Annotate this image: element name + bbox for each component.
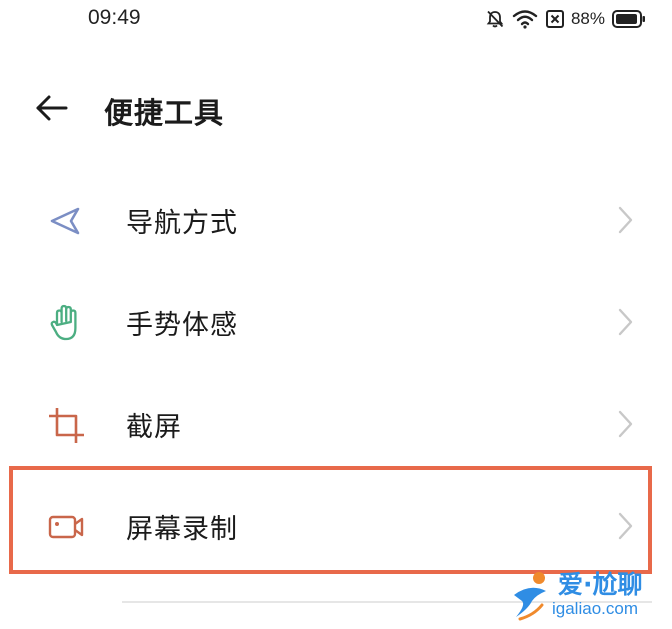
battery-percent: 88% [570,9,605,28]
battery-icon [612,10,645,28]
chevron-right-icon [618,206,633,234]
menu-item-screenshot[interactable]: 截屏 [0,373,672,475]
chevron-right-icon [618,410,633,438]
wifi-icon [512,10,538,29]
menu-item-label: 导航方式 [126,208,238,239]
back-arrow-icon[interactable] [34,92,70,124]
watermark-url: igaliao.com [552,599,638,618]
hand-gesture-icon [50,304,77,341]
menu-item-label: 手势体感 [126,310,238,341]
status-bar: 09:49 88% [0,0,672,40]
watermark-logo-icon [514,572,546,621]
page-title: 便捷工具 [104,96,225,130]
watermark-brand: 爱·尬聊 [558,570,643,599]
crop-icon [49,408,84,443]
status-icons: 88% [485,6,646,32]
status-time: 09:49 [88,6,141,29]
navigation-arrow-icon [50,207,80,235]
bell-muted-icon [486,10,504,28]
chevron-right-icon [618,308,633,336]
menu-item-gestures-motions[interactable]: 手势体感 [0,271,672,373]
sim-blocked-icon [545,10,564,28]
highlight-box [9,466,652,574]
page-header: 便捷工具 [0,80,672,138]
watermark: 爱·尬聊 igaliao.com [508,565,670,627]
menu-item-label: 截屏 [126,412,182,443]
menu-item-navigation-mode[interactable]: 导航方式 [0,169,672,271]
